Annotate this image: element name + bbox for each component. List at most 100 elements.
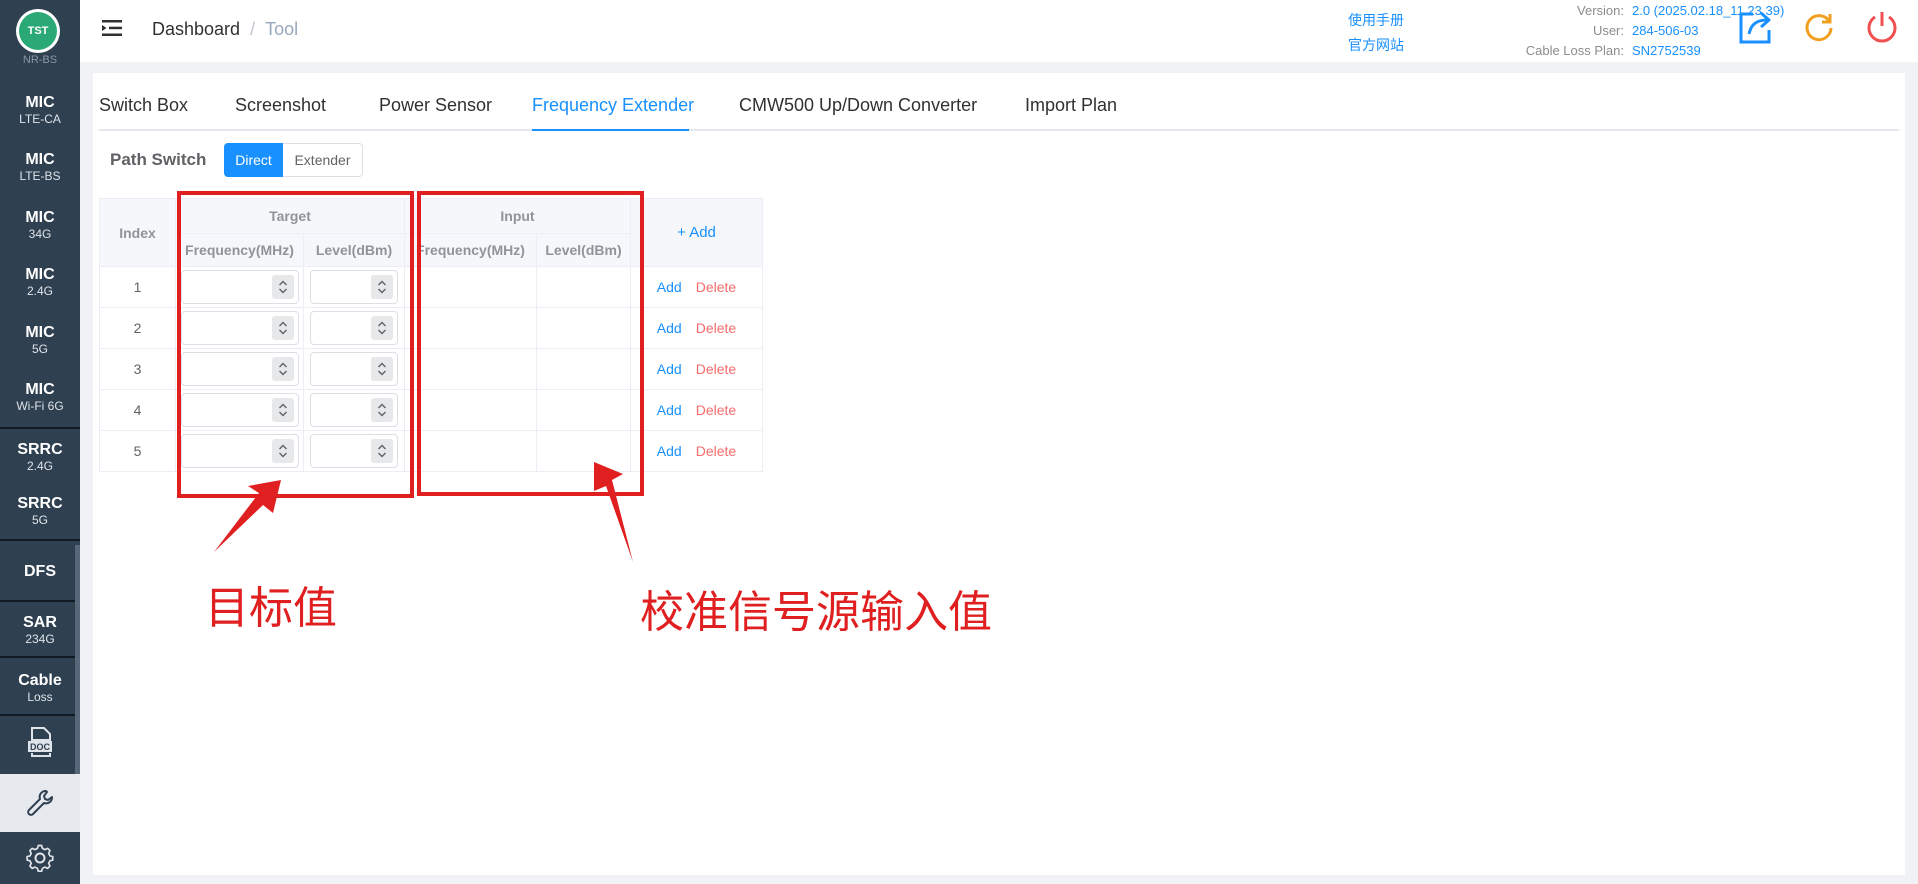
path-direct-button[interactable]: Direct [224,143,283,177]
export-icon [1739,11,1771,44]
logo-text: TST [19,12,57,50]
index-cell: 3 [99,348,176,390]
doc-button[interactable]: DOC [0,720,80,764]
top-header: Dashboard / Tool 使用手册 官方网站 Version: 2.0 (20… [80,0,1918,62]
sidebar-divider [0,600,80,602]
row-add-button[interactable]: Add [657,402,682,418]
input-highlight-box [417,191,644,496]
svg-text:DOC: DOC [30,742,51,752]
sidebar-item-sub: LTE-CA [19,112,61,126]
input-annotation-text: 校准信号源输入值 [640,587,992,638]
sidebar-item-title: MIC [25,94,55,111]
tab-import-plan[interactable]: Import Plan [1025,95,1117,116]
sidebar-item-title: MIC [25,209,55,226]
row-add-button[interactable]: Add [657,361,682,377]
refresh-icon [1805,14,1833,42]
sidebar-item-sub: Loss [27,690,53,704]
export-button[interactable] [1734,5,1778,49]
sidebar-item-sub: 5G [31,342,48,356]
sidebar-divider [0,427,80,429]
sidebar-item-srrc-2-4g[interactable]: SRRC 2.4G [0,441,80,473]
index-cell: 2 [99,307,176,349]
sidebar-item-mic-5g[interactable]: MIC 5G [0,324,80,356]
breadcrumb: Dashboard / Tool [152,19,298,40]
cable-loss-plan-key: Cable Loss Plan: [1525,43,1624,58]
sidebar-item-title: MIC [25,324,55,341]
power-button[interactable] [1860,5,1904,49]
index-header: Index [99,198,176,267]
active-tab-indicator [532,129,689,131]
index-cell: 5 [99,430,176,472]
sidebar-item-title: SAR [23,614,57,631]
wrench-icon [27,790,53,816]
sidebar-item-title: DFS [24,563,56,580]
breadcrumb-separator: / [250,19,256,39]
row-delete-button[interactable]: Delete [696,402,736,418]
sidebar-item-sub: Wi-Fi 6G [16,399,64,413]
tab-screenshot[interactable]: Screenshot [235,95,326,116]
doc-icon: DOC [28,727,52,757]
power-icon [1867,12,1897,43]
sidebar-item-tool[interactable] [0,774,80,832]
sidebar-divider [0,714,80,716]
sidebar-item-sub: 234G [25,632,55,646]
sidebar-item-mic-2-4g[interactable]: MIC 2.4G [0,266,80,298]
row-delete-button[interactable]: Delete [696,443,736,459]
tab-bar: Switch Box Screenshot Power Sensor Frequ… [99,73,1899,131]
menu-fold-icon [102,20,122,36]
sidebar-item-dfs[interactable]: DFS [0,563,80,581]
header-links: 使用手册 官方网站 [1348,8,1404,58]
sidebar-item-title: MIC [25,266,55,283]
tab-power-sensor[interactable]: Power Sensor [379,95,492,116]
target-annotation-text: 目标值 [205,583,337,634]
user-key: User: [1592,23,1624,38]
sidebar-item-mic-lte-bs[interactable]: MIC LTE-BS [0,151,80,183]
sidebar-item-sub: 2.4G [26,284,53,298]
sidebar-item-partial-label: NR-BS [22,55,58,64]
breadcrumb-dashboard[interactable]: Dashboard [152,19,240,39]
sidebar-scrollbar[interactable] [75,545,80,775]
path-extender-button[interactable]: Extender [283,143,363,177]
tab-frequency-extender[interactable]: Frequency Extender [532,95,694,116]
row-add-button[interactable]: Add [657,320,682,336]
sidebar-item-sub: 2.4G [26,459,53,473]
sidebar-item-title: SRRC [17,495,63,512]
tab-cmw500-converter[interactable]: CMW500 Up/Down Converter [739,95,977,116]
row-add-button[interactable]: Add [657,279,682,295]
breadcrumb-current: Tool [265,19,299,39]
sidebar-item-mic-34g[interactable]: MIC 34G [0,209,80,241]
row-add-button[interactable]: Add [657,443,682,459]
sidebar-item-title: MIC [25,151,55,168]
sidebar-divider [0,539,80,541]
row-delete-button[interactable]: Delete [696,320,736,336]
row-actions-cell: Add Delete [630,430,763,472]
sidebar-item-sub: 34G [28,227,52,241]
index-cell: 1 [99,266,176,308]
tab-switch-box[interactable]: Switch Box [99,95,188,116]
sidebar-item-cable-loss[interactable]: Cable Loss [0,672,80,704]
sidebar-item-sar-234g[interactable]: SAR 234G [0,614,80,646]
menu-toggle-button[interactable] [102,18,124,43]
row-actions-cell: Add Delete [630,307,763,349]
sidebar-item-title: Cable [18,672,62,689]
sidebar-item-title: MIC [25,381,55,398]
official-site-link[interactable]: 官方网站 [1348,33,1404,58]
row-delete-button[interactable]: Delete [696,361,736,377]
sidebar-item-mic-lte-ca[interactable]: MIC LTE-CA [0,94,80,126]
target-highlight-box [177,191,414,498]
app-logo[interactable]: TST [16,9,60,53]
sidebar-item-mic-wifi-6g[interactable]: MIC Wi-Fi 6G [0,381,80,413]
row-delete-button[interactable]: Delete [696,279,736,295]
row-actions-cell: Add Delete [630,389,763,431]
index-cell: 4 [99,389,176,431]
sidebar-item-sub: LTE-BS [19,169,61,183]
gear-icon [26,844,54,873]
version-key: Version: [1577,3,1624,18]
sidebar-item-settings[interactable] [0,832,80,884]
sidebar-item-srrc-5g[interactable]: SRRC 5G [0,495,80,527]
refresh-button[interactable] [1797,5,1841,49]
row-actions-cell: Add Delete [630,348,763,390]
user-manual-link[interactable]: 使用手册 [1348,8,1404,33]
cable-loss-plan-value: SN2752539 [1632,43,1701,58]
add-row-button[interactable]: + Add [677,224,716,241]
